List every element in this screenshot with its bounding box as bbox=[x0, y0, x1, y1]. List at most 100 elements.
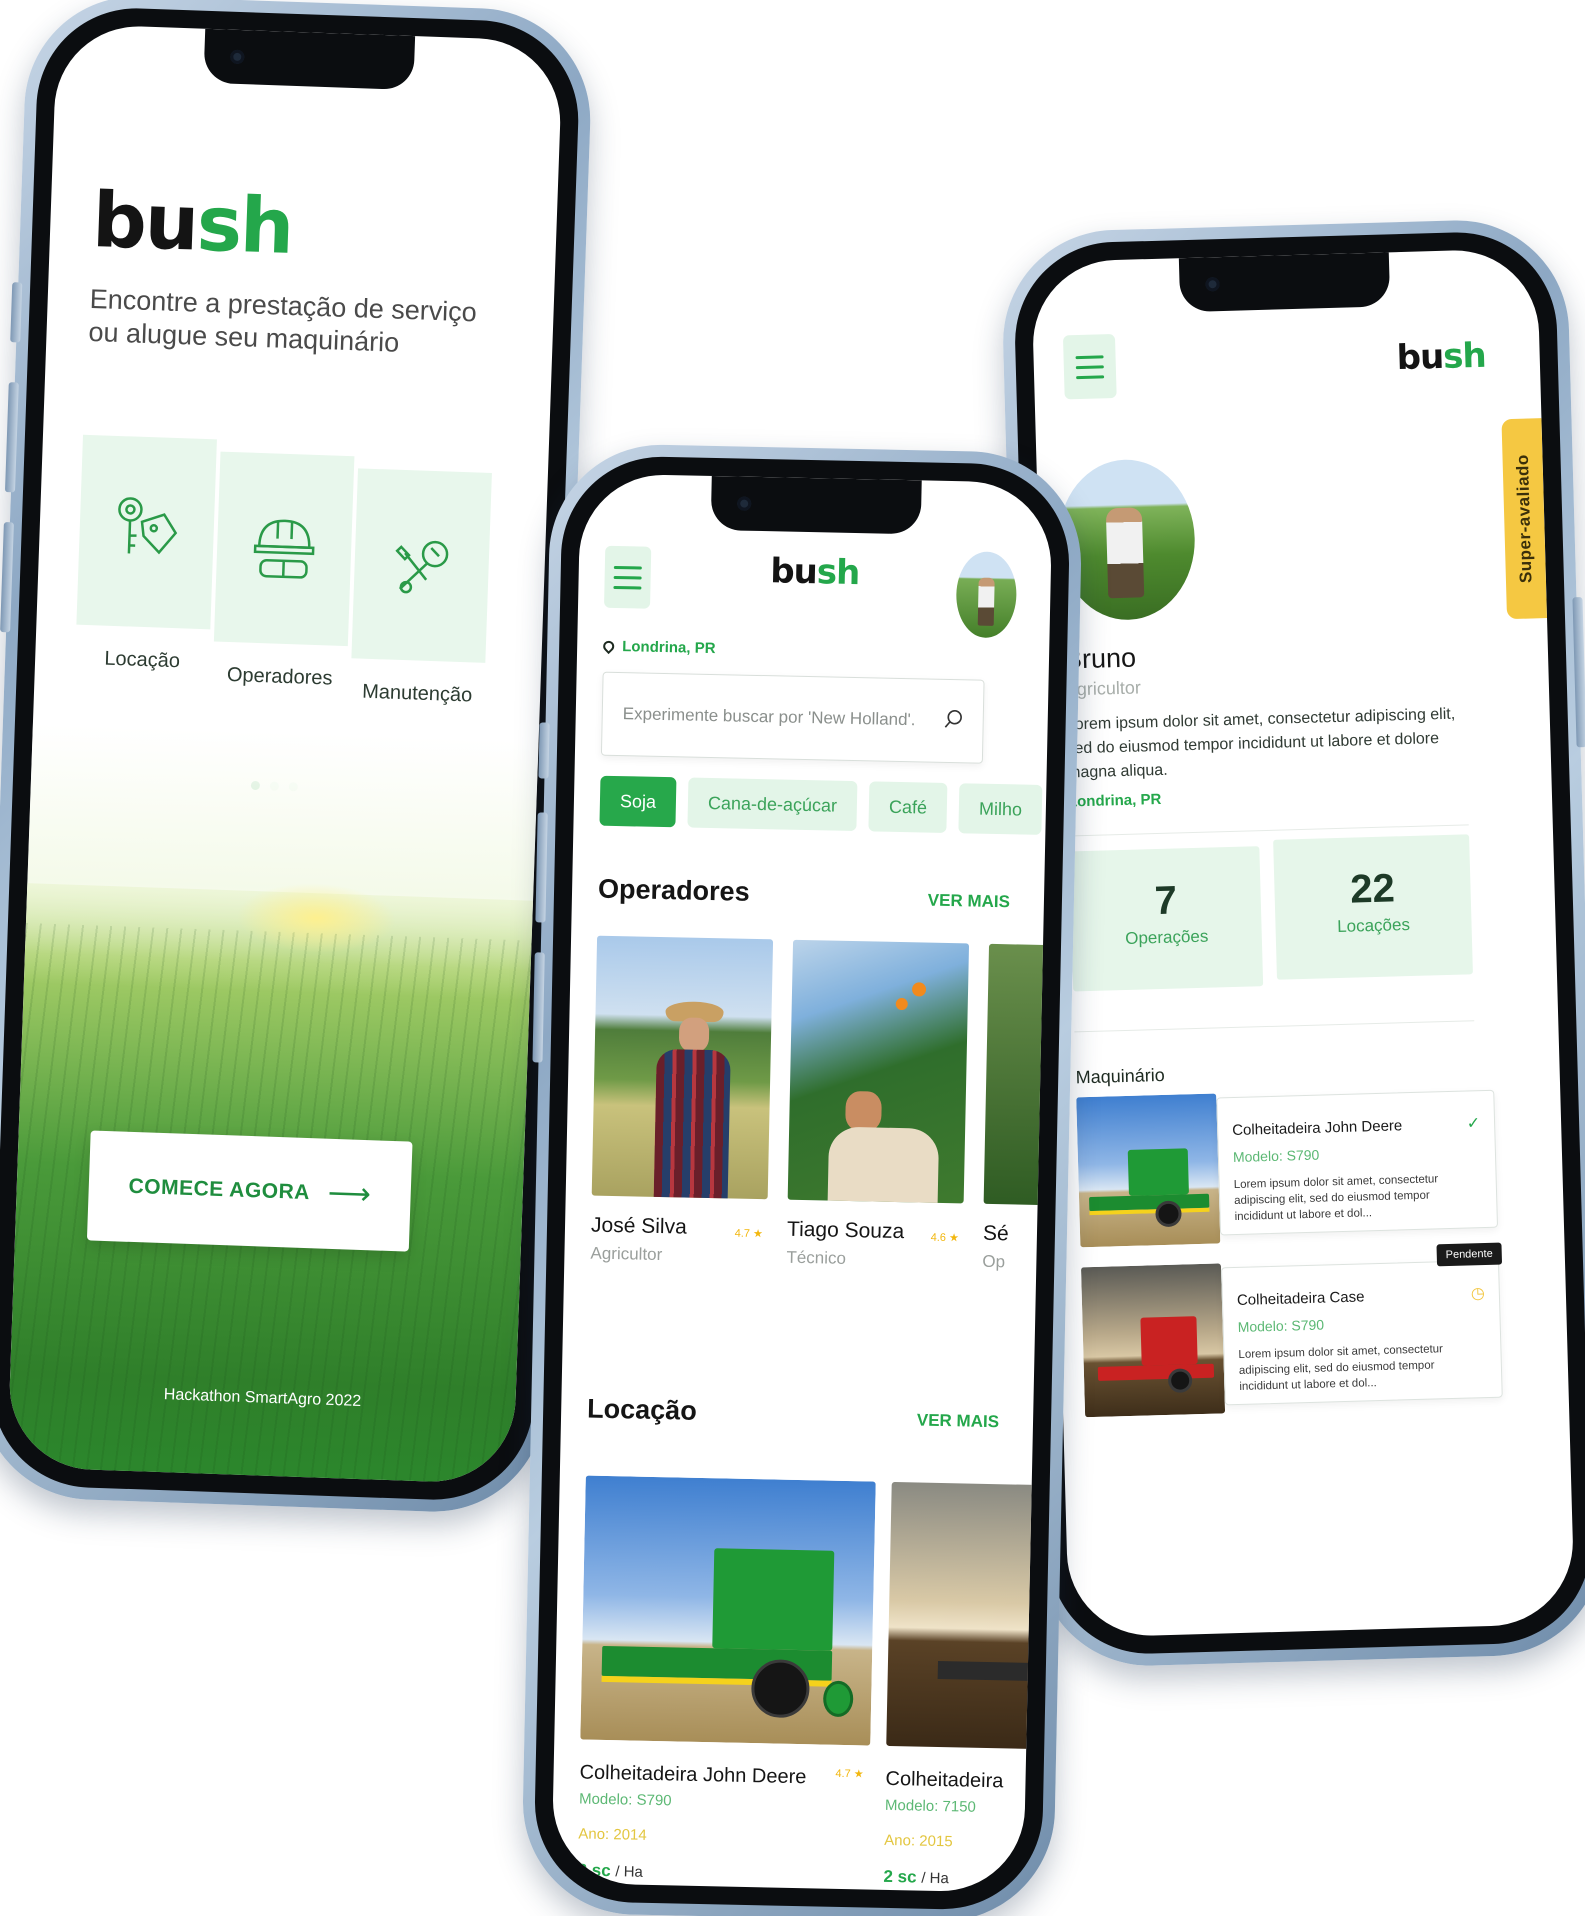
check-icon: ✓ bbox=[1466, 1115, 1481, 1133]
star-icon: ★ bbox=[853, 1768, 864, 1781]
hardhat-goggles-icon bbox=[253, 519, 315, 579]
category-label: Operadores bbox=[226, 663, 333, 690]
search-box[interactable] bbox=[600, 671, 985, 764]
rentals-see-more-link[interactable]: VER MAIS bbox=[917, 1410, 1000, 1432]
chip-cana[interactable]: Cana-de-açúcar bbox=[687, 777, 858, 832]
mute-switch bbox=[10, 282, 23, 343]
rental-price: 2 sc / Ha bbox=[577, 1860, 644, 1881]
phone-notch bbox=[710, 475, 922, 535]
power-button bbox=[1572, 597, 1585, 748]
stat-label: Locações bbox=[1336, 915, 1411, 937]
machinery-description: Lorem ipsum dolor sit amet, consectetur … bbox=[1233, 1173, 1439, 1224]
rental-photo bbox=[580, 1475, 876, 1746]
category-tile bbox=[213, 451, 355, 647]
combine-harvester bbox=[1096, 1316, 1215, 1399]
super-rated-badge: Super-avaliado bbox=[1501, 418, 1548, 620]
rentals-title: Locação bbox=[586, 1393, 698, 1426]
category-tile bbox=[351, 468, 492, 663]
combine-harvester bbox=[1088, 1148, 1210, 1231]
divider bbox=[1074, 1020, 1475, 1033]
chip-soja[interactable]: Soja bbox=[599, 775, 677, 828]
operator-role: Agricultor bbox=[590, 1243, 663, 1265]
key-tag-icon bbox=[118, 497, 178, 555]
volume-down-button bbox=[0, 522, 14, 633]
profile-bio: Lorem ipsum dolor sit amet, consectetur … bbox=[1065, 705, 1456, 782]
rental-year: Ano: 2014 bbox=[578, 1825, 647, 1844]
chip-cafe[interactable]: Café bbox=[868, 781, 948, 833]
stat-locacoes: 22 Locações bbox=[1273, 834, 1473, 980]
category-tile bbox=[76, 434, 217, 630]
category-label: Manutenção bbox=[361, 680, 473, 707]
category-locacao[interactable]: Locação bbox=[75, 434, 217, 675]
arrow-right-icon: ⟶ bbox=[327, 1176, 372, 1212]
operator-rating: 4.7 ★ bbox=[734, 1227, 764, 1241]
machinery-name: Colheitadeira Case bbox=[1236, 1288, 1365, 1309]
machinery-title: Maquinário bbox=[1075, 1064, 1165, 1088]
stat-value: 22 bbox=[1349, 866, 1396, 912]
rental-rating: 4.7 ★ bbox=[835, 1767, 864, 1781]
volume-down-button bbox=[532, 952, 545, 1063]
machinery-card[interactable]: Pendente Colheitadeira Case Modelo: S790… bbox=[1080, 1242, 1505, 1418]
chip-milho[interactable]: Milho bbox=[958, 783, 1043, 835]
person-figure bbox=[977, 577, 995, 626]
machinery-photo bbox=[1076, 1093, 1221, 1248]
rental-card[interactable]: Colheitadeira John Deere Modelo: S790 An… bbox=[577, 1475, 876, 1887]
location-label: Londrina, PR bbox=[622, 638, 716, 658]
hamburger-line bbox=[1075, 354, 1104, 359]
machinery-model: Modelo: S790 bbox=[1237, 1316, 1325, 1335]
machinery-card[interactable]: Colheitadeira John Deere Modelo: S790 Lo… bbox=[1076, 1086, 1500, 1248]
category-manutencao[interactable]: Manutenção bbox=[350, 468, 492, 708]
start-now-label: COMECE AGORA bbox=[128, 1174, 311, 1205]
wrench-tools-icon bbox=[395, 540, 449, 594]
phone-notch bbox=[1178, 252, 1391, 313]
app-logo: bush bbox=[1396, 335, 1487, 379]
operator-photo bbox=[591, 935, 774, 1200]
start-now-button[interactable]: COMECE AGORA ⟶ bbox=[86, 1130, 413, 1252]
operator-role: Técnico bbox=[786, 1247, 847, 1268]
category-label: Locação bbox=[104, 647, 181, 673]
category-operadores[interactable]: Operadores bbox=[212, 451, 355, 692]
search-input[interactable] bbox=[622, 699, 924, 736]
onboarding-tagline: Encontre a prestação de serviço ou alugu… bbox=[88, 283, 478, 358]
phone-profile: bush Super-avaliado Bruno Agricultor Lor… bbox=[1000, 217, 1585, 1669]
volume-up-button bbox=[4, 382, 19, 493]
machinery-name: Colheitadeira John Deere bbox=[1231, 1117, 1403, 1140]
super-rated-label: Super-avaliado bbox=[1512, 453, 1536, 584]
search-icon[interactable] bbox=[943, 708, 965, 730]
stat-operacoes: 7 Operações bbox=[1069, 846, 1264, 992]
clock-icon: ◷ bbox=[1470, 1285, 1486, 1303]
operator-rating: 4.6 ★ bbox=[930, 1231, 960, 1245]
profile-screen: bush Super-avaliado Bruno Agricultor Lor… bbox=[1030, 248, 1576, 1638]
location-selector[interactable]: Londrina, PR bbox=[600, 638, 716, 658]
mute-switch bbox=[538, 722, 550, 779]
location-pin-icon bbox=[600, 638, 617, 655]
operator-card[interactable]: José Silva Agricultor 4.7 ★ bbox=[590, 935, 774, 1268]
machinery-description: Lorem ipsum dolor sit amet, consectetur … bbox=[1238, 1343, 1444, 1393]
phone-home: bush Londrina, PR Soja Cana-de-açúcar Ca… bbox=[520, 442, 1084, 1916]
app-logo: bush bbox=[90, 174, 294, 271]
rental-name: Colheitadeira John Deere bbox=[579, 1761, 807, 1789]
person-figure bbox=[1105, 507, 1145, 599]
phone-notch bbox=[203, 28, 416, 91]
volume-up-button bbox=[535, 812, 548, 923]
menu-button[interactable] bbox=[1062, 334, 1117, 400]
operator-card[interactable]: Tiago Souza Técnico 4.6 ★ bbox=[786, 939, 970, 1272]
category-carousel: Locação Operadores Manutenção bbox=[74, 434, 523, 710]
operators-see-more-link[interactable]: VER MAIS bbox=[928, 891, 1011, 913]
operator-photo bbox=[787, 939, 970, 1204]
phone-onboarding: bush Encontre a prestação de serviço ou … bbox=[0, 0, 595, 1516]
hamburger-line bbox=[1075, 364, 1104, 369]
home-screen: bush Londrina, PR Soja Cana-de-açúcar Ca… bbox=[551, 473, 1053, 1893]
star-icon: ★ bbox=[752, 1227, 764, 1241]
rental-model: Modelo: S790 bbox=[578, 1790, 672, 1810]
stat-value: 7 bbox=[1154, 878, 1178, 924]
combine-harvester bbox=[601, 1546, 855, 1731]
machinery-info: Pendente Colheitadeira Case Modelo: S790… bbox=[1221, 1242, 1503, 1406]
machinery-photo bbox=[1080, 1263, 1226, 1418]
stat-label: Operações bbox=[1124, 926, 1209, 948]
divider bbox=[1068, 824, 1469, 837]
operators-title: Operadores bbox=[597, 873, 750, 907]
profile-location: Londrina, PR bbox=[1067, 790, 1162, 811]
hamburger-line bbox=[1076, 374, 1105, 379]
user-avatar[interactable] bbox=[955, 551, 1018, 639]
